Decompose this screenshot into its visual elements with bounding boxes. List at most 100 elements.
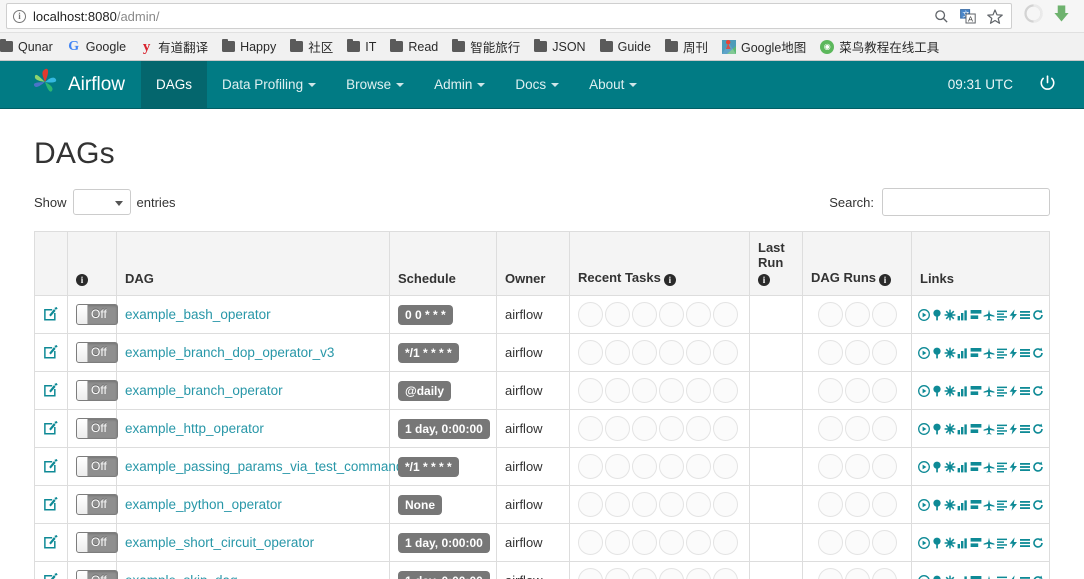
task-state-circle[interactable]: [578, 378, 603, 403]
bolt-icon[interactable]: [1009, 346, 1018, 359]
task-state-circle[interactable]: [605, 568, 630, 579]
task-state-circle[interactable]: [578, 568, 603, 579]
nav-item-about[interactable]: About: [574, 61, 652, 108]
list-icon[interactable]: [1019, 575, 1031, 579]
pause-toggle[interactable]: Off: [76, 418, 118, 439]
align-left-icon[interactable]: [996, 347, 1008, 359]
nav-item-browse[interactable]: Browse: [331, 61, 419, 108]
plane-icon[interactable]: [983, 537, 995, 549]
dag-link[interactable]: example_passing_params_via_test_command: [125, 459, 403, 474]
code-fork-icon[interactable]: [944, 347, 956, 359]
bolt-icon[interactable]: [1009, 308, 1018, 321]
bookmark-zhoukan[interactable]: 周刊: [658, 35, 715, 58]
play-circle-icon[interactable]: [917, 498, 930, 511]
plane-icon[interactable]: [983, 575, 995, 579]
bolt-icon[interactable]: [1009, 384, 1018, 397]
task-state-circle[interactable]: [713, 530, 738, 555]
task-state-circle[interactable]: [686, 378, 711, 403]
task-state-circle[interactable]: [659, 340, 684, 365]
task-state-circle[interactable]: [659, 454, 684, 479]
info-icon[interactable]: i: [879, 274, 891, 286]
task-state-circle[interactable]: [578, 416, 603, 441]
play-circle-icon[interactable]: [917, 346, 930, 359]
bar-chart-icon[interactable]: [957, 347, 969, 359]
dag-run-state-circle[interactable]: [871, 454, 897, 479]
refresh-icon[interactable]: [1032, 499, 1044, 511]
dag-run-state-circle[interactable]: [844, 568, 870, 579]
dag-run-state-circle[interactable]: [844, 530, 870, 555]
bookmark-google-maps[interactable]: Google地图: [715, 35, 813, 58]
bookmark-google[interactable]: G Google: [60, 38, 133, 56]
play-circle-icon[interactable]: [917, 308, 930, 321]
code-fork-icon[interactable]: [944, 499, 956, 511]
bolt-icon[interactable]: [1009, 536, 1018, 549]
task-state-circle[interactable]: [578, 530, 603, 555]
tasks-icon[interactable]: [970, 423, 982, 435]
info-icon[interactable]: i: [663, 274, 676, 286]
task-state-circle[interactable]: [632, 340, 657, 365]
bar-chart-icon[interactable]: [957, 385, 969, 397]
dag-run-state-circle[interactable]: [844, 340, 870, 365]
align-left-icon[interactable]: [996, 499, 1008, 511]
task-state-circle[interactable]: [632, 492, 657, 517]
bar-chart-icon[interactable]: [957, 423, 969, 435]
task-state-circle[interactable]: [605, 530, 630, 555]
dag-run-state-circle[interactable]: [871, 378, 897, 403]
refresh-icon[interactable]: [1032, 385, 1044, 397]
edit-icon[interactable]: [43, 496, 59, 514]
tasks-icon[interactable]: [970, 385, 982, 397]
edit-icon[interactable]: [43, 534, 59, 552]
bookmark-zhineng-lvxing[interactable]: 智能旅行: [445, 35, 527, 58]
task-state-circle[interactable]: [686, 416, 711, 441]
task-state-circle[interactable]: [578, 454, 603, 479]
code-fork-icon[interactable]: [944, 423, 956, 435]
task-state-circle[interactable]: [605, 492, 630, 517]
dag-run-state-circle[interactable]: [817, 340, 843, 365]
pause-toggle[interactable]: Off: [76, 570, 118, 579]
bar-chart-icon[interactable]: [957, 309, 969, 321]
tree-icon[interactable]: [931, 499, 943, 511]
task-state-circle[interactable]: [578, 492, 603, 517]
address-bar[interactable]: i localhost:8080/admin/ 文 A: [6, 3, 1012, 29]
task-state-circle[interactable]: [713, 416, 738, 441]
tasks-icon[interactable]: [970, 537, 982, 549]
tree-icon[interactable]: [931, 537, 943, 549]
dag-run-state-circle[interactable]: [871, 416, 897, 441]
play-circle-icon[interactable]: [917, 422, 930, 435]
task-state-circle[interactable]: [605, 302, 630, 327]
task-state-circle[interactable]: [686, 492, 711, 517]
task-state-circle[interactable]: [632, 568, 657, 579]
header-dag[interactable]: DAG: [116, 231, 390, 296]
bolt-icon[interactable]: [1009, 498, 1018, 511]
pause-toggle[interactable]: Off: [76, 342, 118, 363]
dag-run-state-circle[interactable]: [844, 302, 870, 327]
search-icon[interactable]: [934, 9, 949, 24]
bookmark-shequ[interactable]: 社区: [283, 35, 340, 58]
bookmark-happy[interactable]: Happy: [215, 38, 283, 56]
task-state-circle[interactable]: [659, 530, 684, 555]
align-left-icon[interactable]: [996, 575, 1008, 579]
align-left-icon[interactable]: [996, 537, 1008, 549]
tree-icon[interactable]: [931, 575, 943, 579]
task-state-circle[interactable]: [659, 568, 684, 579]
align-left-icon[interactable]: [996, 461, 1008, 473]
dag-link[interactable]: example_short_circuit_operator: [125, 535, 314, 550]
plane-icon[interactable]: [983, 423, 995, 435]
task-state-circle[interactable]: [605, 340, 630, 365]
download-icon[interactable]: [1053, 4, 1070, 28]
bolt-icon[interactable]: [1009, 422, 1018, 435]
list-icon[interactable]: [1019, 461, 1031, 473]
edit-icon[interactable]: [43, 344, 59, 362]
edit-icon[interactable]: [43, 458, 59, 476]
list-icon[interactable]: [1019, 309, 1031, 321]
task-state-circle[interactable]: [686, 454, 711, 479]
dag-run-state-circle[interactable]: [817, 454, 843, 479]
dag-run-state-circle[interactable]: [871, 568, 897, 579]
bookmark-youdao[interactable]: y 有道翻译: [133, 35, 215, 58]
list-icon[interactable]: [1019, 499, 1031, 511]
search-input[interactable]: [882, 188, 1050, 216]
dag-link[interactable]: example_bash_operator: [125, 307, 271, 322]
tree-icon[interactable]: [931, 309, 943, 321]
task-state-circle[interactable]: [659, 492, 684, 517]
task-state-circle[interactable]: [659, 302, 684, 327]
